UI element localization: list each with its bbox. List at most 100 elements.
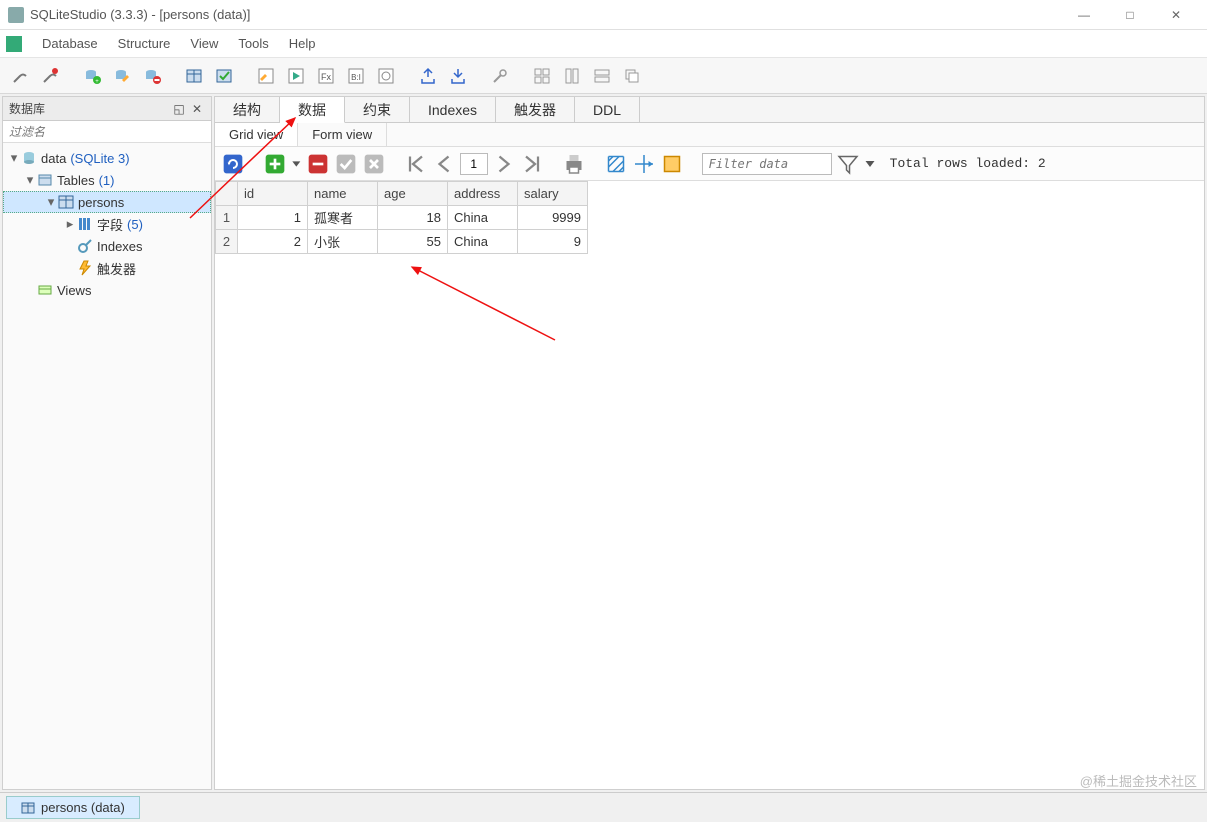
tree-indexes[interactable]: Indexes [3,235,211,257]
row-number: 1 [216,206,238,230]
tree-table-persons[interactable]: ▾ persons [3,191,211,213]
execute-icon[interactable] [282,62,310,90]
subtab-form[interactable]: Form view [298,123,387,146]
connect-icon[interactable] [6,62,34,90]
svg-text:B:I: B:I [351,73,361,82]
extension-icon[interactable] [372,62,400,90]
row-count-status: Total rows loaded: 2 [890,156,1046,171]
col-age[interactable]: age [378,182,448,206]
cell-name[interactable]: 孤寒者 [308,206,378,230]
table-commit-icon[interactable] [210,62,238,90]
table-icon [58,194,74,210]
tab-triggers[interactable]: 触发器 [496,97,575,122]
edit-db-icon[interactable] [108,62,136,90]
col-id[interactable]: id [238,182,308,206]
main-toolbar: + Fx B:I [0,58,1207,94]
table-row[interactable]: 11孤寒者18China9999 [216,206,588,230]
prev-page-icon[interactable] [432,152,456,176]
commit-icon[interactable] [334,152,358,176]
menu-database[interactable]: Database [32,36,108,51]
menu-structure[interactable]: Structure [108,36,181,51]
filter-input[interactable] [702,153,832,175]
tree-views[interactable]: Views [3,279,211,301]
format-icon[interactable]: B:I [342,62,370,90]
menubar: Database Structure View Tools Help [0,30,1207,58]
table-row[interactable]: 22小张55China9 [216,230,588,254]
insert-dropdown-icon[interactable] [291,152,302,176]
content-area: 结构 数据 约束 Indexes 触发器 DDL Grid view Form … [214,96,1205,790]
goto-icon[interactable] [632,152,656,176]
first-page-icon[interactable] [404,152,428,176]
tile-v-icon[interactable] [558,62,586,90]
db-tree[interactable]: ▾ data (SQLite 3) ▾ Tables (1) ▾ persons… [3,143,211,789]
tab-data[interactable]: 数据 [280,97,345,123]
col-address[interactable]: address [448,182,518,206]
panel-float-icon[interactable]: ◱ [171,101,187,117]
filter-icon[interactable] [836,152,860,176]
tree-db[interactable]: ▾ data (SQLite 3) [3,147,211,169]
sql-editor-icon[interactable] [252,62,280,90]
tree-fields[interactable]: ▸ 字段 (5) [3,213,211,235]
tab-structure[interactable]: 结构 [215,97,280,122]
cell-id[interactable]: 2 [238,230,308,254]
print-icon[interactable] [562,152,586,176]
index-icon [77,238,93,254]
menu-tools[interactable]: Tools [228,36,278,51]
populate-icon[interactable] [660,152,684,176]
maximize-button[interactable]: □ [1107,0,1153,30]
remove-db-icon[interactable] [138,62,166,90]
close-button[interactable]: ✕ [1153,0,1199,30]
col-salary[interactable]: salary [518,182,588,206]
table-icon [21,801,35,815]
export-icon[interactable] [444,62,472,90]
config-icon[interactable] [486,62,514,90]
delete-row-icon[interactable] [306,152,330,176]
tab-indexes[interactable]: Indexes [410,97,496,122]
tree-filter-input[interactable] [3,121,211,142]
import-icon[interactable] [414,62,442,90]
col-name[interactable]: name [308,182,378,206]
minimize-button[interactable]: — [1061,0,1107,30]
tree-triggers[interactable]: 触发器 [3,257,211,279]
cell-address[interactable]: China [448,230,518,254]
last-page-icon[interactable] [520,152,544,176]
tile-icon[interactable] [528,62,556,90]
table-icon[interactable] [180,62,208,90]
page-input[interactable] [460,153,488,175]
insert-row-icon[interactable] [263,152,287,176]
cell-id[interactable]: 1 [238,206,308,230]
filter-dropdown-icon[interactable] [864,152,876,176]
next-page-icon[interactable] [492,152,516,176]
rollback-icon[interactable] [362,152,386,176]
columns-icon [77,216,93,232]
database-panel: 数据库 ◱ ✕ ▾ data (SQLite 3) ▾ Tables (1) ▾ [2,96,212,790]
subtab-grid[interactable]: Grid view [215,123,298,146]
cell-name[interactable]: 小张 [308,230,378,254]
tile-h-icon[interactable] [588,62,616,90]
window-tab-persons[interactable]: persons (data) [6,796,140,819]
cascade-icon[interactable] [618,62,646,90]
data-grid[interactable]: id name age address salary 11孤寒者18China9… [215,181,1204,789]
panel-header: 数据库 ◱ ✕ [3,97,211,121]
row-number: 2 [216,230,238,254]
tables-folder-icon [37,172,53,188]
refresh-icon[interactable] [221,152,245,176]
menu-help[interactable]: Help [279,36,326,51]
menu-view[interactable]: View [180,36,228,51]
disconnect-icon[interactable] [36,62,64,90]
function-icon[interactable]: Fx [312,62,340,90]
tab-constraints[interactable]: 约束 [345,97,410,122]
cell-age[interactable]: 55 [378,230,448,254]
cell-address[interactable]: China [448,206,518,230]
bottom-bar: persons (data) [0,792,1207,822]
titlebar: SQLiteStudio (3.3.3) - [persons (data)] … [0,0,1207,30]
cell-salary[interactable]: 9999 [518,206,588,230]
tab-ddl[interactable]: DDL [575,97,640,122]
select-all-icon[interactable] [604,152,628,176]
cell-age[interactable]: 18 [378,206,448,230]
svg-text:Fx: Fx [321,72,331,82]
tree-tables[interactable]: ▾ Tables (1) [3,169,211,191]
panel-close-icon[interactable]: ✕ [189,101,205,117]
cell-salary[interactable]: 9 [518,230,588,254]
add-db-icon[interactable]: + [78,62,106,90]
